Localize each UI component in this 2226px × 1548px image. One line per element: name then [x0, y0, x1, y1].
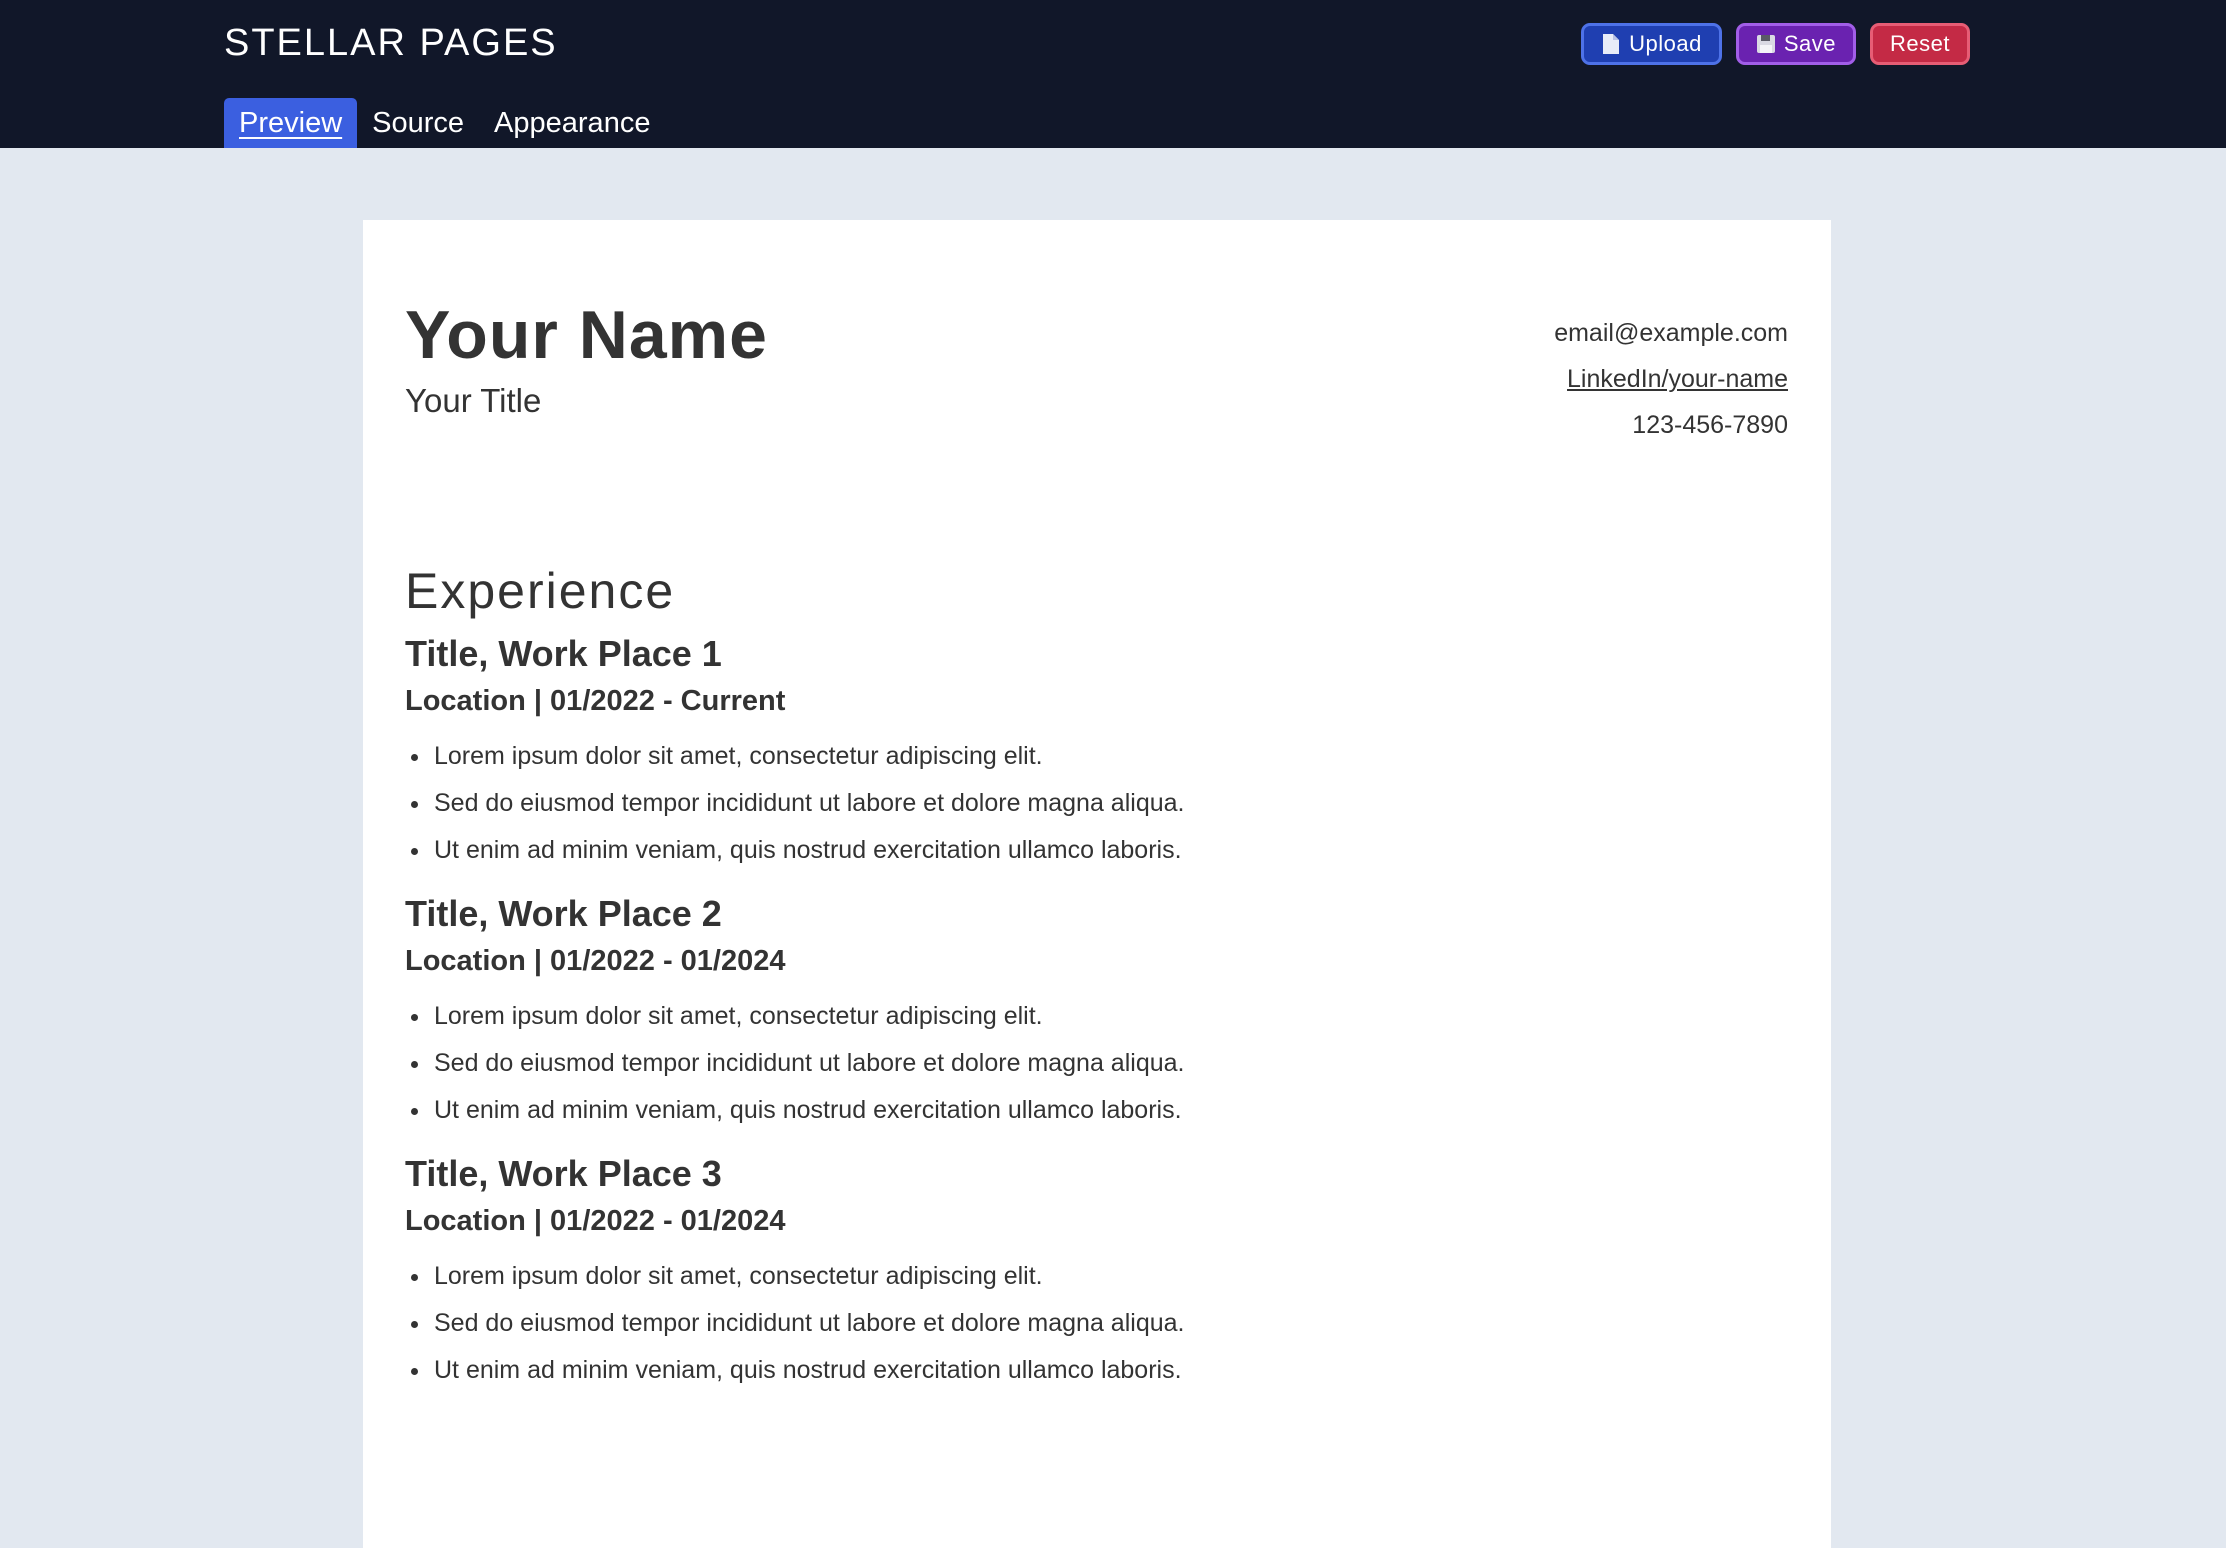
contact-linkedin-link[interactable]: LinkedIn/your-name	[1554, 356, 1788, 402]
reset-button[interactable]: Reset	[1870, 23, 1970, 65]
contact-phone: 123-456-7890	[1632, 411, 1788, 439]
top-bar: STELLAR PAGES Upload Save Reset Preview …	[0, 0, 2226, 148]
reset-button-label: Reset	[1890, 31, 1950, 56]
resume-title: Your Title	[405, 382, 542, 419]
job-entry: Title, Work Place 2 Location | 01/2022 -…	[405, 890, 1705, 1134]
job-bullet: Ut enim ad minim veniam, quis nostrud ex…	[405, 827, 1705, 874]
job-entry: Title, Work Place 1 Location | 01/2022 -…	[405, 630, 1705, 874]
resume-preview: Your Name Your Title email@example.com L…	[363, 220, 1831, 1548]
job-bullet: Ut enim ad minim veniam, quis nostrud ex…	[405, 1347, 1705, 1394]
job-bullets: Lorem ipsum dolor sit amet, consectetur …	[405, 993, 1705, 1134]
job-meta: Location | 01/2022 - 01/2024	[405, 1205, 786, 1237]
job-bullet: Lorem ipsum dolor sit amet, consectetur …	[405, 1253, 1705, 1300]
tab-appearance[interactable]: Appearance	[479, 98, 665, 148]
resume-name: Your Name	[405, 297, 768, 373]
job-bullet: Ut enim ad minim veniam, quis nostrud ex…	[405, 1087, 1705, 1134]
save-button-label: Save	[1783, 31, 1837, 56]
view-tabs: Preview Source Appearance	[224, 98, 665, 148]
upload-button-label: Upload	[1629, 31, 1702, 56]
job-bullets: Lorem ipsum dolor sit amet, consectetur …	[405, 733, 1705, 874]
document-icon	[1601, 33, 1621, 55]
tab-preview[interactable]: Preview	[224, 98, 358, 148]
job-bullet: Sed do eiusmod tempor incididunt ut labo…	[405, 1040, 1705, 1087]
job-meta: Location | 01/2022 - Current	[405, 685, 786, 717]
save-button[interactable]: Save	[1735, 23, 1857, 65]
job-bullet: Sed do eiusmod tempor incididunt ut labo…	[405, 780, 1705, 827]
job-bullet: Sed do eiusmod tempor incididunt ut labo…	[405, 1300, 1705, 1347]
app-brand: STELLAR PAGES	[224, 22, 558, 64]
job-title: Title, Work Place 2	[405, 893, 722, 934]
contact-email: email@example.com	[1554, 319, 1788, 347]
section-title-experience: Experience	[405, 563, 676, 619]
job-bullets: Lorem ipsum dolor sit amet, consectetur …	[405, 1253, 1705, 1394]
job-title: Title, Work Place 1	[405, 633, 722, 674]
job-bullet: Lorem ipsum dolor sit amet, consectetur …	[405, 993, 1705, 1040]
job-title: Title, Work Place 3	[405, 1153, 722, 1194]
contact-info: email@example.com LinkedIn/your-name 123…	[1554, 310, 1788, 448]
experience-list: Title, Work Place 1 Location | 01/2022 -…	[405, 630, 1705, 1410]
tab-source[interactable]: Source	[357, 98, 479, 148]
upload-button[interactable]: Upload	[1581, 23, 1722, 65]
floppy-disk-icon	[1756, 33, 1776, 55]
job-bullet: Lorem ipsum dolor sit amet, consectetur …	[405, 733, 1705, 780]
toolbar-actions: Upload Save Reset	[1581, 23, 1970, 65]
job-meta: Location | 01/2022 - 01/2024	[405, 945, 786, 977]
job-entry: Title, Work Place 3 Location | 01/2022 -…	[405, 1150, 1705, 1394]
